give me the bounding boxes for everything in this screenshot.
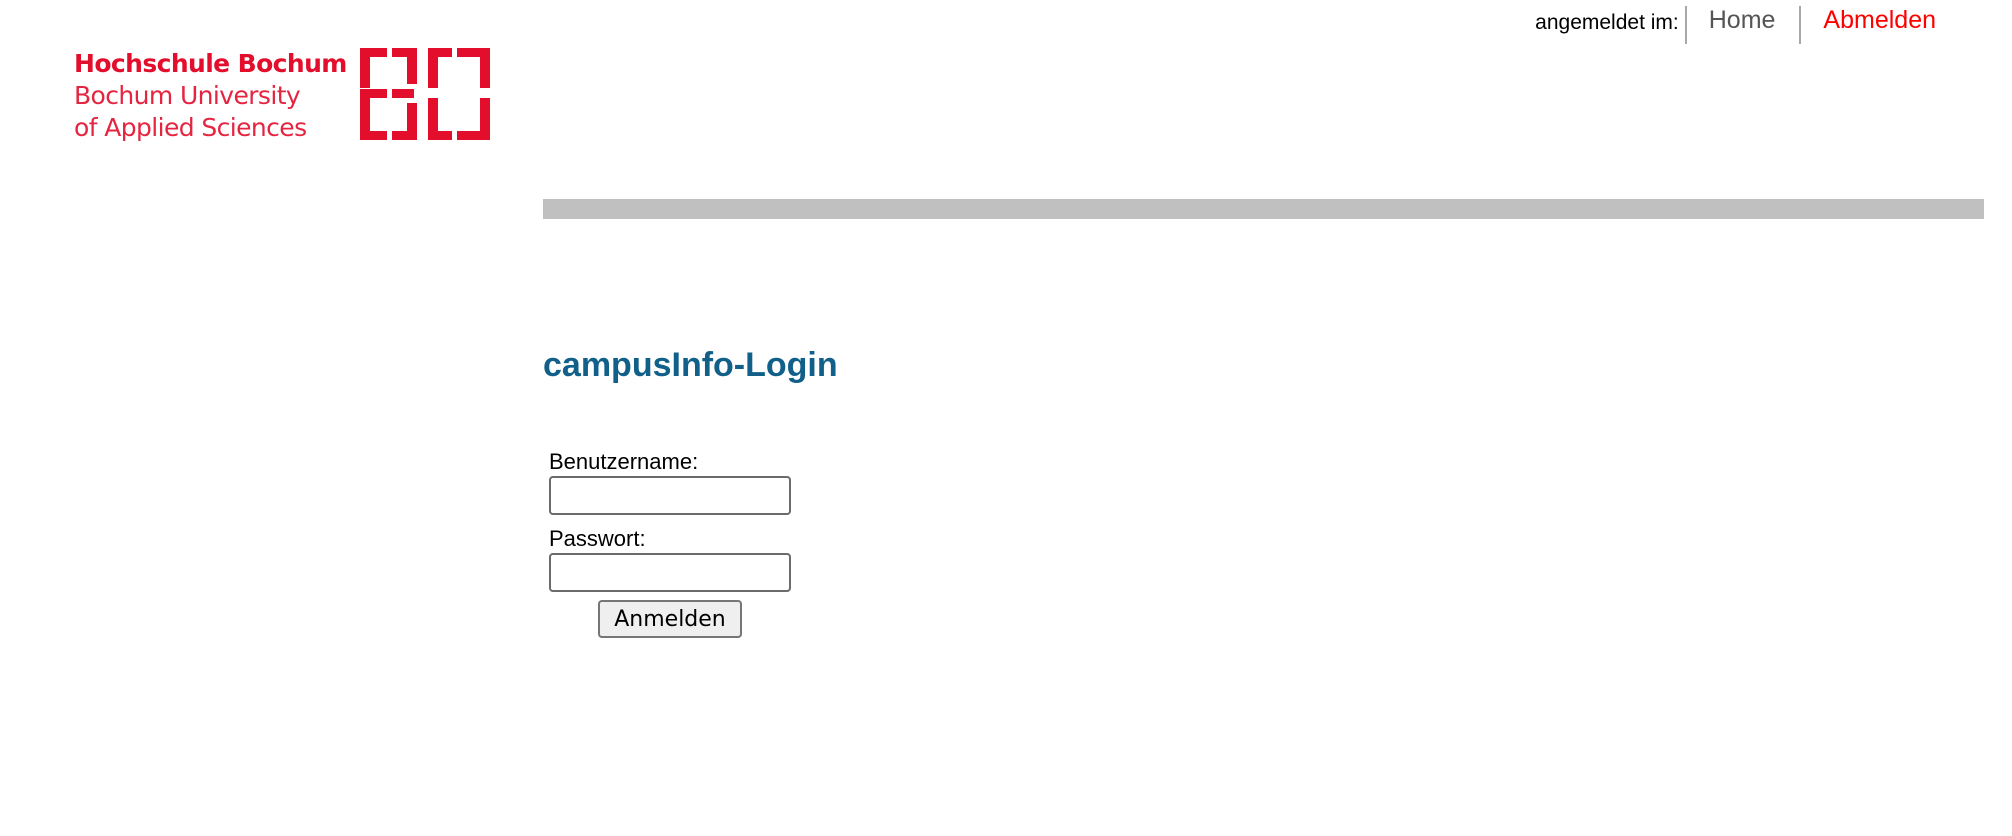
submit-wrapper: Anmelden	[549, 600, 791, 638]
home-link[interactable]: Home	[1684, 6, 1800, 44]
login-button[interactable]: Anmelden	[598, 600, 742, 638]
username-input[interactable]	[549, 476, 791, 515]
logo-line-3: of Applied Sciences	[74, 113, 307, 142]
page: angemeldet im: Home Abmelden Hochschule …	[0, 0, 2012, 836]
logout-link[interactable]: Abmelden	[1799, 6, 1960, 44]
top-navigation: angemeldet im: Home Abmelden	[1535, 6, 1960, 46]
password-input[interactable]	[549, 553, 791, 592]
login-form: Benutzername: Passwort: Anmelden	[549, 448, 795, 638]
bo-logo-icon	[360, 48, 490, 140]
logo-line-1: Hochschule Bochum	[74, 49, 347, 78]
logged-in-label: angemeldet im:	[1535, 11, 1679, 34]
page-title: campusInfo-Login	[543, 346, 838, 384]
university-logo[interactable]: Hochschule Bochum Bochum University of A…	[74, 48, 494, 144]
logo-line-2: Bochum University	[74, 81, 301, 110]
username-label: Benutzername:	[549, 449, 699, 474]
password-label: Passwort:	[549, 526, 646, 551]
logo-wordmark: Hochschule Bochum Bochum University of A…	[74, 48, 347, 144]
header-divider-bar	[543, 199, 1984, 219]
